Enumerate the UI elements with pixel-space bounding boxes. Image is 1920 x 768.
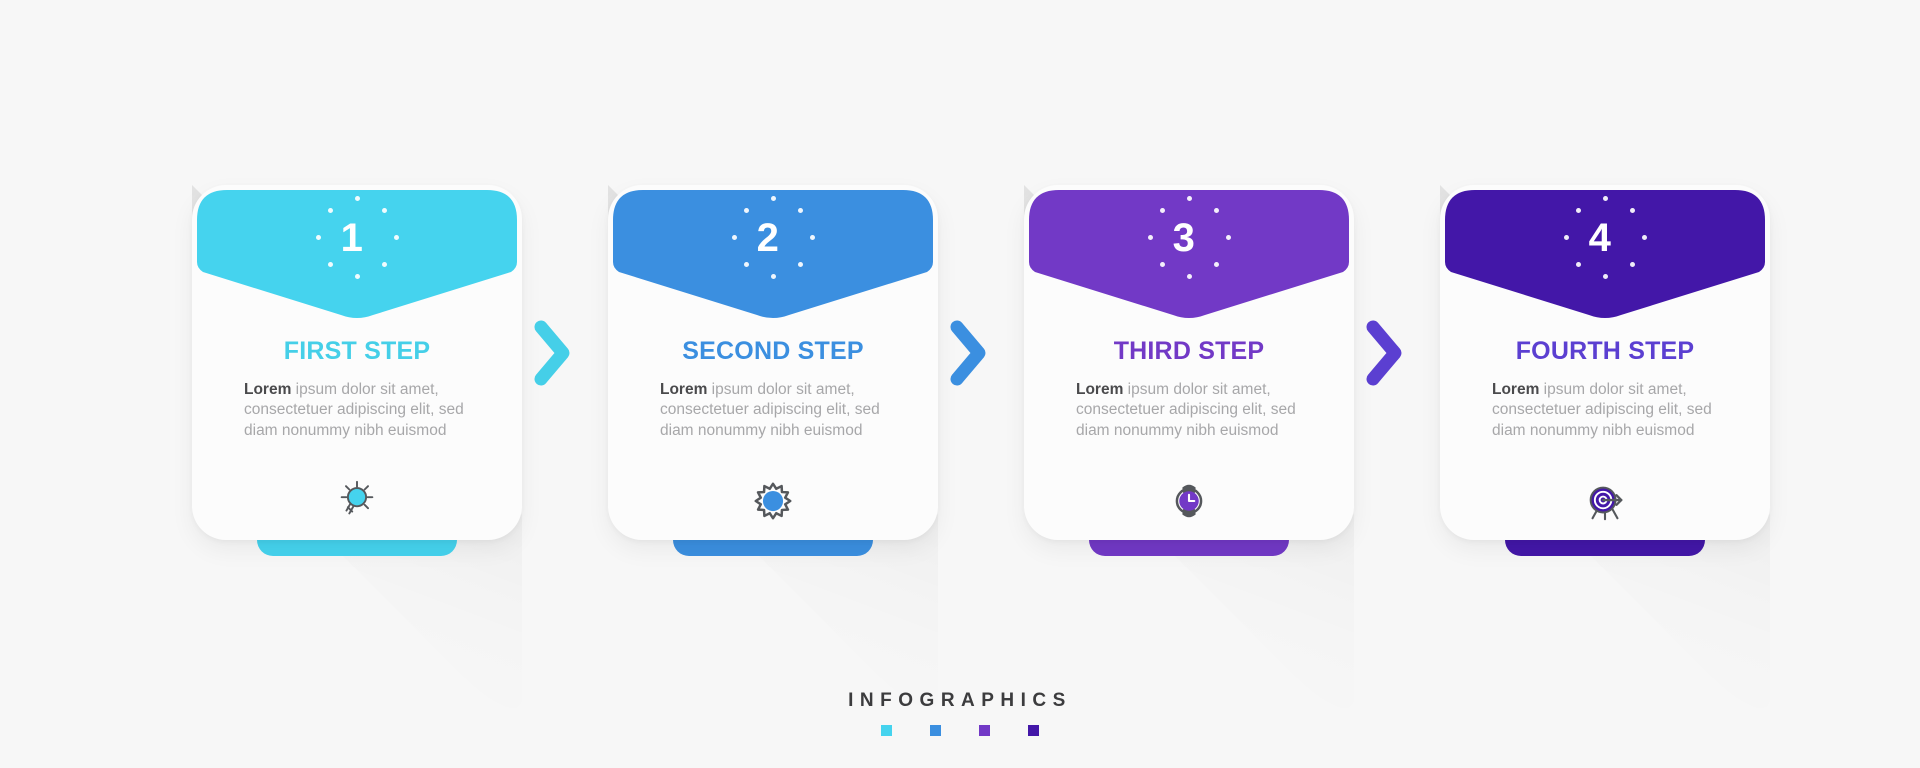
footer-swatch	[1028, 725, 1039, 736]
infographic-canvas: 1 FIRST STEP Lorem ipsum dolor sit amet, c…	[0, 0, 1920, 768]
card-title: FIRST STEP	[283, 337, 431, 365]
target-arrow-icon	[1440, 475, 1770, 527]
card-description-lead: Lorem	[660, 381, 708, 398]
card-description-lead: Lorem	[1076, 381, 1124, 398]
card-description-lead: Lorem	[244, 381, 292, 398]
footer-swatch	[930, 725, 941, 736]
step-card-2[interactable]: 2 SECOND STEP Lorem ipsum dolor sit amet, …	[608, 185, 938, 540]
footer-swatch	[881, 725, 892, 736]
card-header-banner	[1445, 190, 1765, 318]
card-title: FOURTH STEP	[1515, 337, 1695, 365]
gear-icon	[608, 475, 938, 527]
chevron-1-2	[530, 318, 576, 388]
step-card-3[interactable]: 3 THIRD STEP Lorem ipsum dolor sit amet, c…	[1024, 185, 1354, 540]
card-header-banner	[613, 190, 933, 318]
card-title: THIRD STEP	[1113, 337, 1265, 365]
card-description: Lorem ipsum dolor sit amet, consectetuer…	[1492, 380, 1724, 441]
footer: INFOGRAPHICS	[0, 690, 1920, 736]
card-description: Lorem ipsum dolor sit amet, consectetuer…	[1076, 380, 1308, 441]
card-title: SECOND STEP	[682, 337, 864, 365]
wristwatch-icon	[1024, 475, 1354, 527]
chevron-2-3	[946, 318, 992, 388]
card-description: Lorem ipsum dolor sit amet, consectetuer…	[660, 380, 892, 441]
card-description-lead: Lorem	[1492, 381, 1540, 398]
footer-swatches	[0, 725, 1920, 736]
card-description: Lorem ipsum dolor sit amet, consectetuer…	[244, 380, 476, 441]
footer-swatch	[979, 725, 990, 736]
step-card-4[interactable]: 4 FOURTH STEP Lorem ipsum dolor sit amet, …	[1440, 185, 1770, 540]
card-header-banner	[1029, 190, 1349, 318]
lightbulb-icon	[192, 475, 522, 527]
footer-title: INFOGRAPHICS	[848, 690, 1072, 711]
step-card-1[interactable]: 1 FIRST STEP Lorem ipsum dolor sit amet, c…	[192, 185, 522, 540]
card-header-banner	[197, 190, 517, 318]
chevron-3-4	[1362, 318, 1408, 388]
